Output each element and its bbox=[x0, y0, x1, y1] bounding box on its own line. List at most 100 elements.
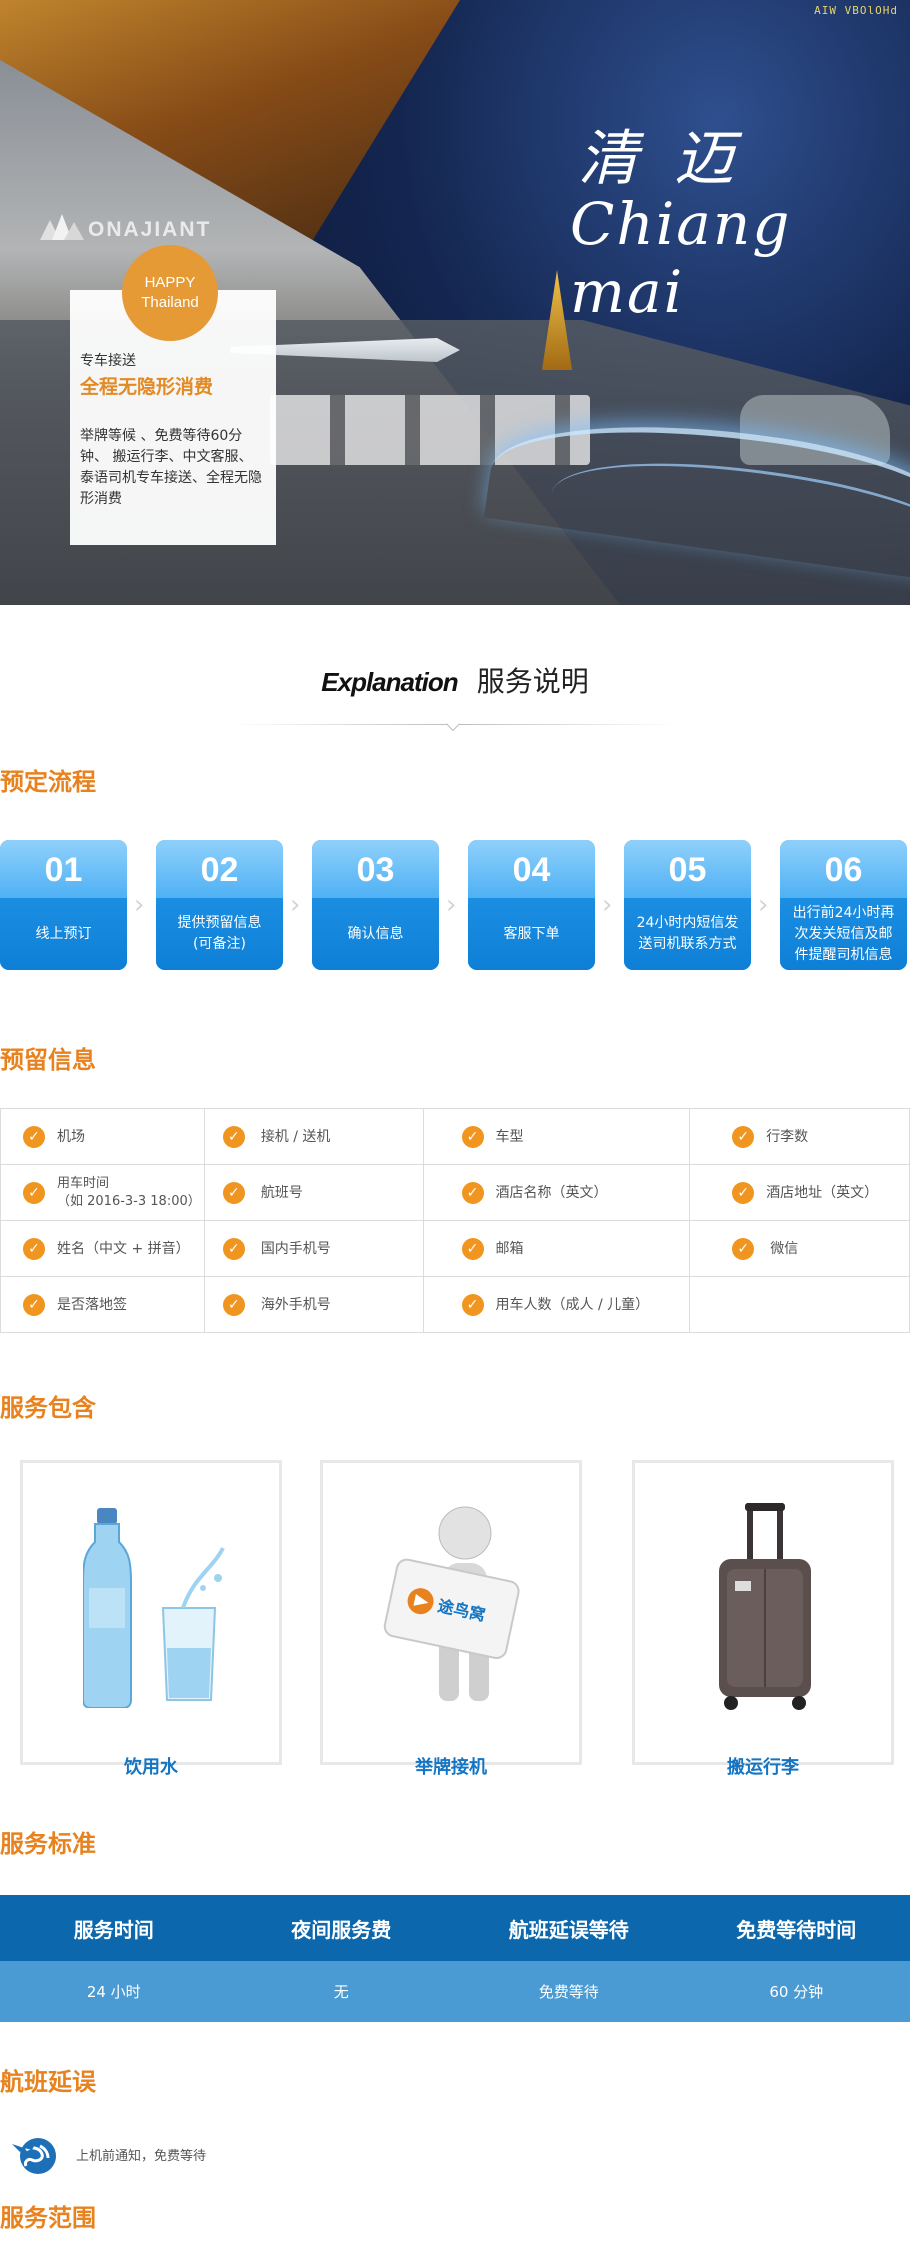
table-header-row: 服务时间 夜间服务费 航班延误等待 免费等待时间 bbox=[0, 1895, 910, 1961]
explanation-divider-notch bbox=[445, 716, 461, 732]
step-label: 客服下单 bbox=[468, 898, 595, 970]
check-icon: ✓ bbox=[461, 1293, 484, 1316]
info-cell: ✓ 邮箱 bbox=[422, 1220, 691, 1277]
section-flight-delay: 航班延误 bbox=[0, 2068, 96, 2096]
info-cell-text: 酒店名称（英文） bbox=[495, 1184, 608, 1201]
info-cell: ✓ 车型 bbox=[422, 1108, 691, 1165]
check-icon: ✓ bbox=[222, 1293, 245, 1316]
info-cell-text: 用车时间 （如 2016-3-3 18:00） bbox=[57, 1175, 201, 1209]
info-cell-text: 海外手机号 bbox=[260, 1296, 331, 1313]
left-logo-text: ONAJIANT bbox=[88, 218, 212, 241]
check-icon: ✓ bbox=[23, 1181, 45, 1204]
step-number: 04 bbox=[468, 840, 595, 898]
badge-line1: HAPPY bbox=[144, 274, 196, 291]
info-cell-text: 接机 / 送机 bbox=[260, 1128, 331, 1145]
water-bottle-icon bbox=[83, 1508, 225, 1708]
service-label-sign: 举牌接机 bbox=[415, 1757, 487, 1778]
step-label: 确认信息 bbox=[312, 898, 439, 970]
info-cell: ✓ 是否落地签 bbox=[0, 1276, 205, 1333]
check-icon: ✓ bbox=[732, 1125, 755, 1148]
chevron-right-icon: › bbox=[758, 890, 769, 920]
step-number: 05 bbox=[624, 840, 751, 898]
step-3: 03 确认信息 bbox=[312, 840, 439, 970]
info-cell: ✓ 接机 / 送机 bbox=[203, 1108, 424, 1165]
step-1: 01 线上预订 bbox=[0, 840, 127, 970]
info-cell: ✓ 航班号 bbox=[203, 1164, 424, 1221]
temple-logo-icon bbox=[40, 214, 84, 240]
check-icon: ✓ bbox=[23, 1237, 45, 1260]
info-cell-text: 航班号 bbox=[260, 1184, 303, 1201]
card-subtitle: 专车接送 bbox=[80, 353, 136, 369]
section-service-scope: 服务范围 bbox=[0, 2204, 96, 2232]
luggage-icon bbox=[719, 1503, 811, 1710]
card-heading: 全程无隐形消费 bbox=[80, 376, 214, 398]
check-icon: ✓ bbox=[461, 1181, 484, 1204]
value-night-fee: 无 bbox=[333, 1983, 349, 2001]
service-card-sign: 途鸟窝 bbox=[320, 1460, 582, 1765]
info-cell-empty bbox=[689, 1276, 910, 1333]
info-cell-text: 车型 bbox=[495, 1128, 524, 1145]
hero-banner: AIW VBOlOHd ONAJIANT 清迈 Chiang mai 专车接送 … bbox=[0, 0, 910, 605]
chevron-right-icon: › bbox=[446, 890, 457, 920]
step-6: 06 出行前24小时再次发关短信及邮件提醒司机信息 bbox=[780, 840, 907, 970]
section-booking-flow: 预定流程 bbox=[0, 768, 96, 796]
info-cell-text: 微信 bbox=[770, 1240, 799, 1257]
info-cell: ✓ 海外手机号 bbox=[203, 1276, 424, 1333]
value-free-wait: 60 分钟 bbox=[769, 1983, 824, 2001]
value-service-time: 24 小时 bbox=[86, 1983, 141, 2001]
check-icon: ✓ bbox=[23, 1293, 45, 1316]
chevron-right-icon: › bbox=[602, 890, 613, 920]
step-2: 02 提供预留信息 (可备注) bbox=[156, 840, 283, 970]
info-cell: ✓ 机场 bbox=[0, 1108, 205, 1165]
step-label: 出行前24小时再次发关短信及邮件提醒司机信息 bbox=[780, 898, 907, 970]
step-4: 04 客服下单 bbox=[468, 840, 595, 970]
explanation-en: Explanation bbox=[321, 667, 458, 697]
info-cell-text: 邮箱 bbox=[495, 1240, 524, 1257]
service-card-luggage bbox=[632, 1460, 894, 1765]
info-cell-text: 用车人数（成人 / 儿童） bbox=[495, 1296, 650, 1313]
info-cell-text: 国内手机号 bbox=[260, 1240, 331, 1257]
service-card-water bbox=[20, 1460, 282, 1765]
header-free-wait: 免费等待时间 bbox=[736, 1917, 857, 1942]
info-cell: ✓ 酒店名称（英文） bbox=[422, 1164, 691, 1221]
step-5: 05 24小时内短信发送司机联系方式 bbox=[624, 840, 751, 970]
table-row: 24 小时 无 免费等待 60 分钟 bbox=[0, 1961, 910, 2022]
reserve-info-table: ✓ 机场 ✓ 接机 / 送机 ✓ 车型 ✓ 行李数 ✓ 用车时间 （如 2016-3-3 … bbox=[0, 1108, 910, 1333]
badge-line2: Thailand bbox=[141, 294, 199, 311]
step-number: 02 bbox=[156, 840, 283, 898]
table-row: ✓ 是否落地签 ✓ 海外手机号 ✓ 用车人数（成人 / 儿童） bbox=[0, 1276, 910, 1333]
explanation-header: Explanation 服务说明 bbox=[0, 660, 910, 700]
info-cell: ✓ 酒店地址（英文） bbox=[689, 1164, 910, 1221]
info-cell: ✓ 姓名（中文 + 拼音） bbox=[0, 1220, 205, 1277]
service-standard-table: 服务时间 夜间服务费 航班延误等待 免费等待时间 24 小时 无 免费等待 60… bbox=[0, 1895, 910, 2022]
top-right-logo: AIW VBOlOHd bbox=[814, 4, 898, 17]
delay-notice: 上机前通知，免费等待 bbox=[76, 2149, 207, 2164]
sign-holder-icon: 途鸟窝 bbox=[383, 1506, 520, 1701]
table-row: ✓ 用车时间 （如 2016-3-3 18:00） ✓ 航班号 ✓ 酒店名称（英文） … bbox=[0, 1164, 910, 1221]
info-cell: ✓ 用车人数（成人 / 儿童） bbox=[422, 1276, 691, 1333]
step-label: 提供预留信息 (可备注) bbox=[156, 898, 283, 970]
header-delay-wait: 航班延误等待 bbox=[508, 1917, 629, 1942]
page: AIW VBOlOHd ONAJIANT 清迈 Chiang mai 专车接送 … bbox=[0, 0, 910, 2247]
chevron-right-icon: › bbox=[134, 890, 145, 920]
section-service-included: 服务包含 bbox=[0, 1394, 96, 1422]
step-number: 01 bbox=[0, 840, 127, 898]
step-label: 24小时内短信发送司机联系方式 bbox=[624, 898, 751, 970]
header-night-fee: 夜间服务费 bbox=[291, 1917, 392, 1942]
globe-plane-icon bbox=[12, 2138, 56, 2174]
check-icon: ✓ bbox=[732, 1181, 755, 1204]
header-service-time: 服务时间 bbox=[73, 1917, 154, 1942]
explanation-cn: 服务说明 bbox=[476, 665, 589, 698]
info-cell-text: 机场 bbox=[57, 1128, 85, 1145]
service-label-luggage: 搬运行李 bbox=[727, 1757, 799, 1778]
section-reserve-info: 预留信息 bbox=[0, 1046, 96, 1074]
table-row: ✓ 姓名（中文 + 拼音） ✓ 国内手机号 ✓ 邮箱 ✓ 微信 bbox=[0, 1220, 910, 1277]
happy-thailand-badge: HAPPY Thailand bbox=[122, 245, 218, 341]
info-cell: ✓ 用车时间 （如 2016-3-3 18:00） bbox=[0, 1164, 205, 1221]
hero-title-en: Chiang mai bbox=[570, 190, 792, 326]
check-icon: ✓ bbox=[222, 1125, 245, 1148]
info-cell-text: 是否落地签 bbox=[57, 1296, 127, 1313]
check-icon: ✓ bbox=[222, 1237, 245, 1260]
hero-title-cn: 清迈 bbox=[578, 124, 770, 194]
info-cell: ✓ 行李数 bbox=[689, 1108, 910, 1165]
